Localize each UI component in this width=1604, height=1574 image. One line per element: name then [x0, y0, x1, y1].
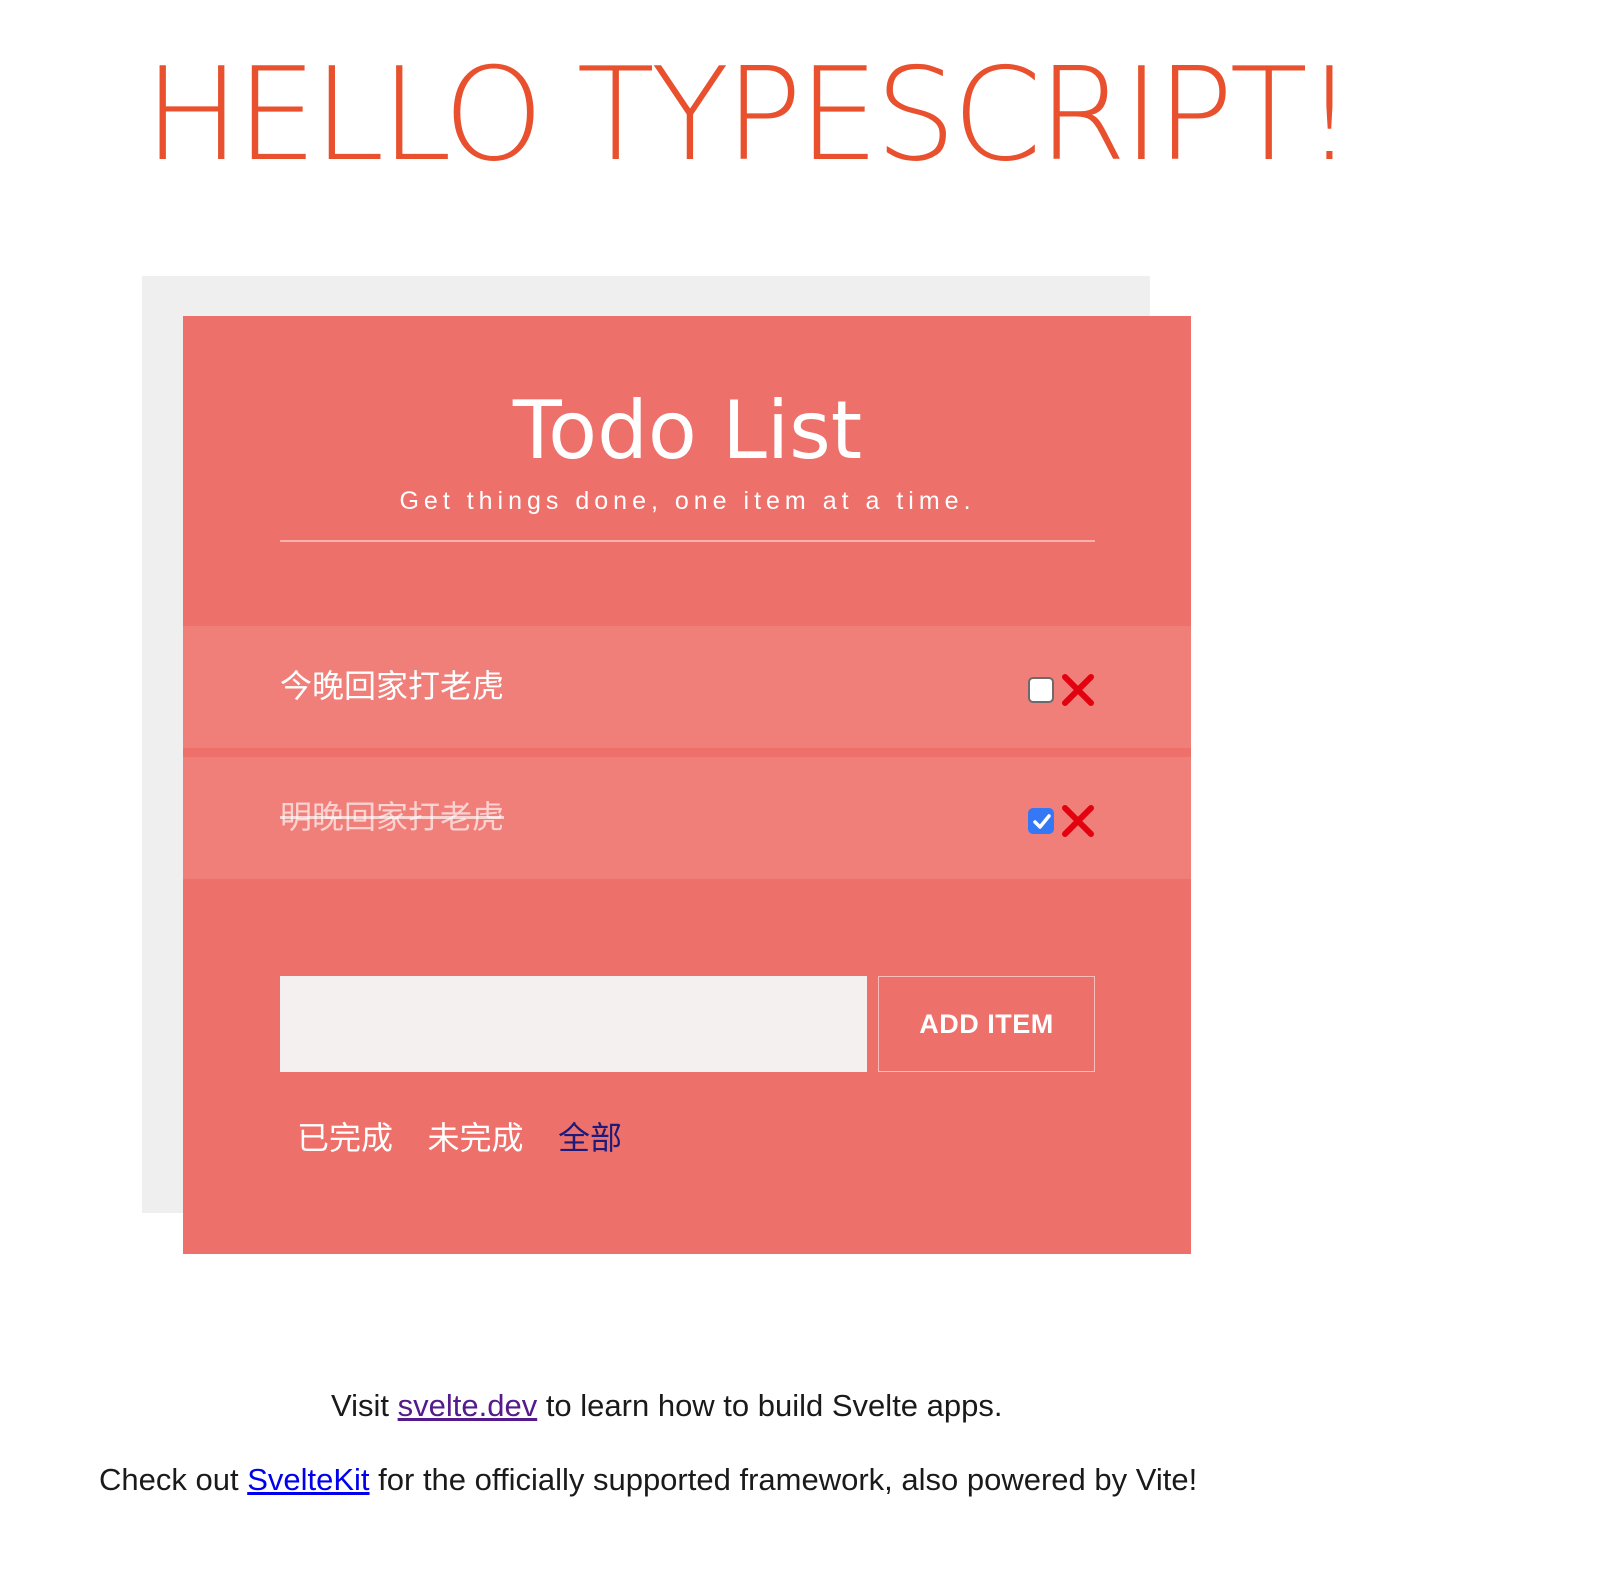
delete-button[interactable] — [1061, 804, 1095, 838]
svelte-dev-link[interactable]: svelte.dev — [398, 1388, 538, 1423]
footer-text: Visit — [331, 1388, 398, 1423]
checkmark-icon — [1033, 814, 1051, 829]
todo-header: Todo List Get things done, one item at a… — [280, 316, 1095, 542]
footer-text: for the officially supported framework, … — [369, 1462, 1198, 1497]
sveltekit-link[interactable]: SvelteKit — [247, 1462, 369, 1497]
footer-line-svelte: Visit svelte.dev to learn how to build S… — [331, 1386, 1003, 1426]
filter-all[interactable]: 全部 — [558, 1116, 622, 1160]
todo-item-text: 明晚回家打老虎 — [280, 798, 505, 836]
footer-text: to learn how to build Svelte apps. — [537, 1388, 1003, 1423]
add-item-button[interactable]: ADD ITEM — [878, 976, 1095, 1072]
todo-item-checkbox[interactable] — [1028, 677, 1054, 703]
todo-card: Todo List Get things done, one item at a… — [183, 316, 1191, 1254]
filter-bar: 已完成 未完成 全部 — [297, 1116, 652, 1160]
todo-title: Todo List — [512, 384, 863, 477]
filter-completed[interactable]: 已完成 — [297, 1116, 393, 1160]
page-title: Hello Typescript! — [144, 41, 1355, 190]
todo-item-text: 今晚回家打老虎 — [280, 667, 505, 705]
todo-subtitle: Get things done, one item at a time. — [399, 487, 976, 515]
filter-incomplete[interactable]: 未完成 — [427, 1116, 523, 1160]
close-icon — [1062, 674, 1094, 706]
todo-item-checkbox[interactable] — [1028, 808, 1054, 834]
footer-text: Check out — [99, 1462, 248, 1497]
close-icon — [1062, 805, 1094, 837]
todo-item: 今晚回家打老虎 — [183, 626, 1191, 748]
delete-button[interactable] — [1061, 673, 1095, 707]
new-item-input[interactable] — [280, 976, 867, 1072]
todo-list: 今晚回家打老虎 明晚回家打老虎 — [183, 626, 1191, 888]
todo-item: 明晚回家打老虎 — [183, 757, 1191, 879]
footer-line-sveltekit: Check out SvelteKit for the officially s… — [99, 1460, 1197, 1500]
